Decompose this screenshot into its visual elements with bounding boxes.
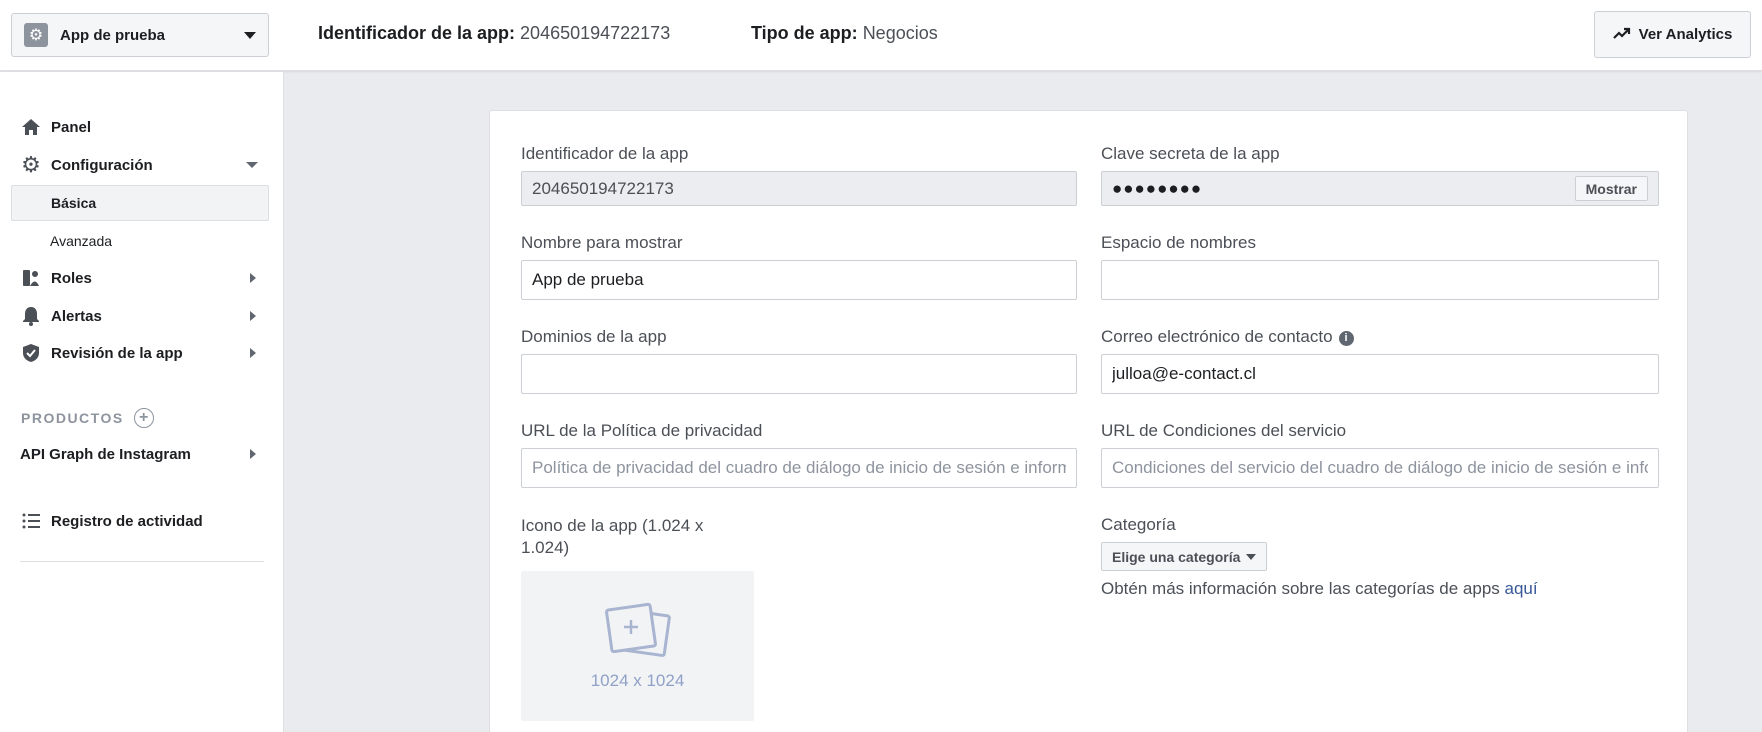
app-type-meta-value: Negocios (862, 23, 938, 43)
ver-analytics-label: Ver Analytics (1638, 26, 1733, 43)
app-icon-upload[interactable]: 1024 x 1024 (521, 571, 754, 721)
category-info: Obtén más información sobre las categorí… (1101, 579, 1538, 599)
shield-check-icon (20, 342, 42, 364)
app-name: App de prueba (60, 26, 166, 44)
add-image-icon (604, 602, 671, 657)
products-header-label: PRODUCTOS (21, 410, 124, 426)
chevron-right-icon (250, 348, 256, 358)
sidebar-item-label: Panel (51, 118, 92, 136)
app-id-label: Identificador de la app (521, 144, 689, 163)
chevron-down-icon (244, 31, 256, 39)
bell-icon (20, 305, 42, 327)
chevron-down-icon (246, 162, 258, 168)
sidebar-item-label: API Graph de Instagram (20, 445, 191, 463)
chevron-right-icon (250, 311, 256, 321)
chevron-down-icon (1246, 553, 1257, 560)
list-icon (20, 510, 42, 532)
top-bar: ⚙ App de prueba Identificador de la app:… (0, 0, 1762, 71)
sidebar-item-label: Avanzada (50, 233, 113, 249)
sidebar-item-configuracion[interactable]: ⚙ Configuración (11, 147, 269, 183)
chevron-right-icon (250, 273, 256, 283)
privacy-policy-url-field[interactable] (521, 448, 1077, 488)
home-icon (20, 116, 42, 138)
app-domains-field[interactable] (521, 354, 1077, 394)
sidebar-item-label: Revisión de la app (51, 344, 183, 362)
sidebar-item-alertas[interactable]: Alertas (11, 298, 269, 334)
terms-label: URL de Condiciones del servicio (1101, 421, 1347, 440)
add-product-icon[interactable]: + (133, 408, 154, 428)
app-id-field[interactable] (521, 171, 1077, 206)
ver-analytics-button[interactable]: Ver Analytics (1594, 11, 1751, 58)
app-id-meta-value: 204650194722173 (520, 23, 671, 43)
sidebar-item-instagram[interactable]: API Graph de Instagram (11, 436, 269, 472)
app-type-meta-label: Tipo de app: (751, 23, 858, 43)
privacy-policy-label: URL de la Política de privacidad (521, 421, 763, 440)
contact-email-label-text: Correo electrónico de contacto (1101, 327, 1333, 346)
sidebar: Panel ⚙ Configuración Básica Avanzada Ro… (0, 72, 284, 732)
gear-app-icon: ⚙ (24, 23, 48, 47)
sidebar-item-label: Configuración (51, 156, 153, 174)
app-switcher-dropdown[interactable]: ⚙ App de prueba (11, 13, 269, 57)
category-dropdown-label: Elige una categoría (1112, 548, 1241, 565)
sidebar-divider (20, 561, 264, 562)
sidebar-item-avanzada[interactable]: Avanzada (11, 223, 269, 259)
category-info-link[interactable]: aquí (1505, 579, 1538, 598)
app-domains-label: Dominios de la app (521, 327, 667, 346)
display-name-field[interactable] (521, 260, 1077, 300)
sidebar-item-label: Roles (51, 269, 92, 287)
sidebar-item-label: Registro de actividad (51, 512, 203, 530)
contact-email-field[interactable] (1101, 354, 1659, 394)
sidebar-item-label: Alertas (51, 307, 102, 325)
basic-settings-card: Identificador de la app Clave secreta de… (489, 110, 1688, 732)
app-id-meta-label: Identificador de la app: (318, 23, 516, 43)
category-label: Categoría (1101, 515, 1176, 534)
sidebar-item-label: Básica (51, 195, 97, 211)
sidebar-item-registro[interactable]: Registro de actividad (11, 503, 269, 539)
sidebar-item-revision[interactable]: Revisión de la app (11, 335, 269, 371)
gear-icon: ⚙ (21, 152, 41, 177)
app-secret-value: ●●●●●●●● (1112, 178, 1203, 198)
display-name-label: Nombre para mostrar (521, 233, 683, 252)
sidebar-item-panel[interactable]: Panel (11, 109, 269, 145)
category-dropdown[interactable]: Elige una categoría (1101, 542, 1268, 571)
app-icon-label: Icono de la app (1.024 x 1.024) (521, 516, 704, 557)
app-id-meta: Identificador de la app: 204650194722173 (318, 23, 670, 44)
show-secret-button[interactable]: Mostrar (1574, 176, 1648, 201)
info-icon[interactable]: i (1338, 330, 1354, 346)
app-secret-field[interactable]: ●●●●●●●● Mostrar (1101, 171, 1659, 206)
category-info-text: Obtén más información sobre las categorí… (1101, 579, 1500, 598)
terms-url-field[interactable] (1101, 448, 1659, 488)
roles-icon (20, 267, 42, 289)
contact-email-label: Correo electrónico de contacto i (1101, 327, 1354, 347)
app-secret-label: Clave secreta de la app (1101, 144, 1280, 163)
sidebar-item-roles[interactable]: Roles (11, 260, 269, 296)
namespace-field[interactable] (1101, 260, 1659, 300)
sidebar-item-basica[interactable]: Básica (11, 185, 269, 221)
namespace-label: Espacio de nombres (1101, 233, 1256, 252)
app-type-meta: Tipo de app: Negocios (751, 23, 938, 44)
trending-up-icon (1612, 26, 1631, 44)
products-header: PRODUCTOS + (21, 408, 154, 428)
chevron-right-icon (250, 449, 256, 459)
app-icon-size: 1024 x 1024 (590, 671, 685, 690)
